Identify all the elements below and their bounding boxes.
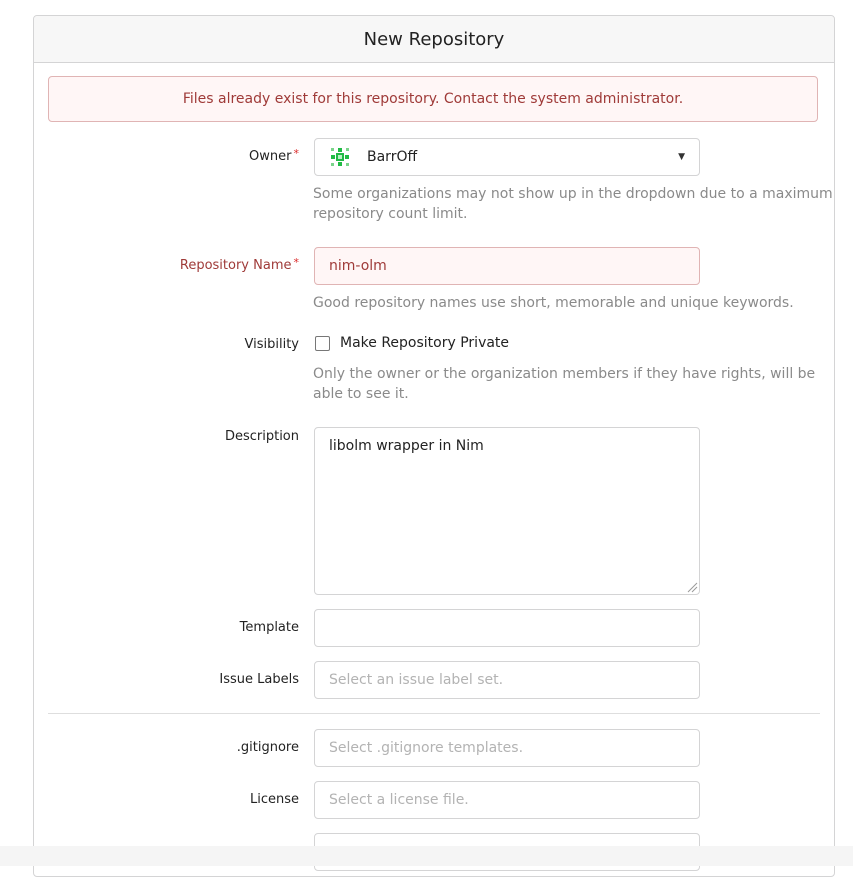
- owner-value: BarrOff: [367, 149, 418, 165]
- page-title: New Repository: [363, 28, 505, 50]
- owner-dropdown[interactable]: BarrOff ▼: [314, 138, 700, 176]
- license-placeholder: Select a license file.: [329, 792, 469, 808]
- required-mark: *: [293, 256, 300, 269]
- description-value: libolm wrapper in Nim: [329, 438, 484, 454]
- template-label: Template: [239, 620, 299, 635]
- new-repo-panel: New Repository Files already exist for t…: [33, 15, 835, 877]
- gitignore-dropdown[interactable]: Select .gitignore templates.: [314, 729, 700, 767]
- visibility-label: Visibility: [244, 337, 299, 352]
- resize-handle-icon[interactable]: [686, 581, 698, 593]
- chevron-down-icon: ▼: [678, 152, 685, 162]
- private-checkbox-label[interactable]: Make Repository Private: [340, 335, 509, 351]
- description-label: Description: [224, 429, 299, 444]
- gitignore-placeholder: Select .gitignore templates.: [329, 740, 524, 756]
- bottom-bar: [0, 846, 853, 866]
- error-alert: Files already exist for this repository.…: [48, 76, 818, 122]
- repo-name-input[interactable]: nim-olm: [314, 247, 700, 285]
- panel-header: New Repository: [34, 16, 834, 63]
- description-textarea[interactable]: libolm wrapper in Nim: [314, 427, 700, 595]
- template-dropdown[interactable]: [314, 609, 700, 647]
- owner-label: Owner *: [99, 147, 300, 164]
- error-message: Files already exist for this repository.…: [182, 91, 684, 107]
- issue-labels-label: Issue Labels: [219, 672, 299, 687]
- issue-labels-placeholder: Select an issue label set.: [329, 672, 504, 688]
- issue-labels-dropdown[interactable]: Select an issue label set.: [314, 661, 700, 699]
- section-divider: [48, 713, 820, 714]
- owner-help: Some organizations may not show up in th…: [313, 186, 833, 222]
- visibility-help: Only the owner or the organization membe…: [313, 366, 816, 402]
- license-label: License: [249, 792, 299, 807]
- private-checkbox[interactable]: [315, 336, 330, 351]
- required-mark: *: [293, 147, 300, 160]
- repo-name-help: Good repository names use short, memorab…: [313, 295, 794, 311]
- org-avatar-icon: [331, 148, 349, 166]
- repo-name-label: Repository Name *: [99, 256, 300, 273]
- repo-name-label-text: Repository Name: [179, 258, 292, 273]
- owner-label-text: Owner: [249, 149, 292, 164]
- license-dropdown[interactable]: Select a license file.: [314, 781, 700, 819]
- repo-name-value: nim-olm: [329, 258, 387, 274]
- gitignore-label: .gitignore: [236, 740, 299, 755]
